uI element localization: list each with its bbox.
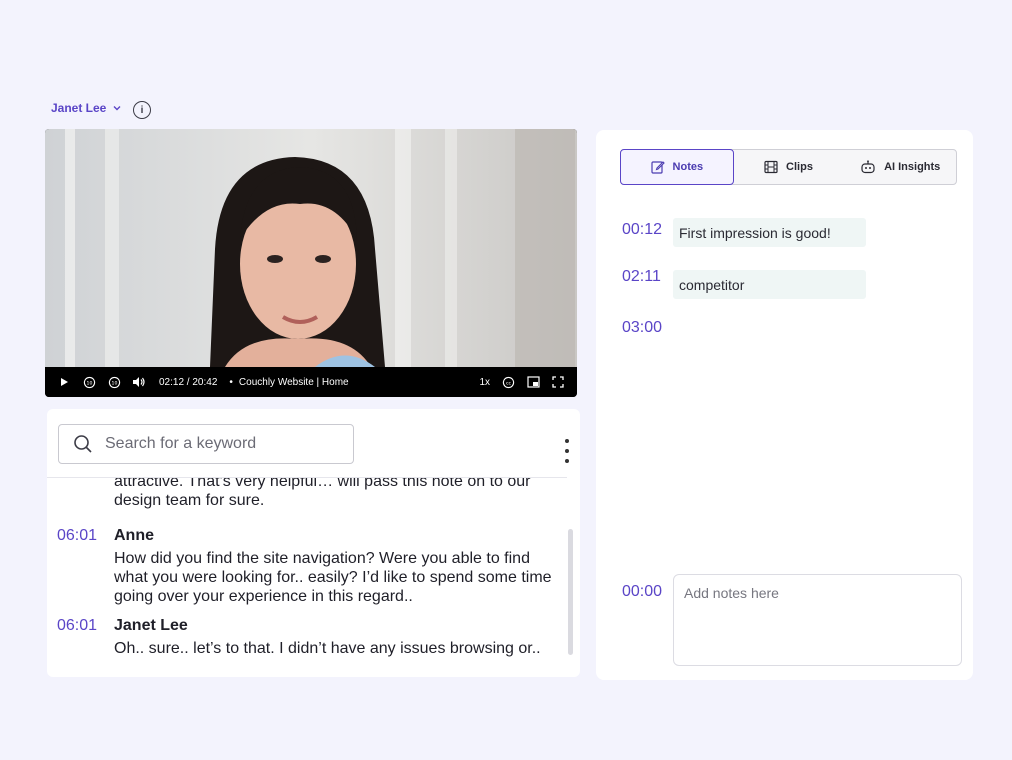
video-time: 02:12 / 20:42: [159, 376, 218, 388]
transcript-text: attractive. That’s very helpful… will pa…: [114, 478, 531, 509]
speaker-name: Anne: [114, 527, 154, 544]
video-controls: 10 10 02:12 / 20:42 • Couchly Website | …: [45, 367, 577, 397]
video-title: Couchly Website | Home: [238, 376, 349, 388]
transcript-body: attractive. That’s very helpful… will pa…: [47, 478, 567, 677]
scrollbar[interactable]: [568, 529, 573, 655]
add-note-input[interactable]: [673, 574, 962, 666]
playback-rate[interactable]: 1x: [479, 377, 490, 388]
picture-in-picture-icon[interactable]: [526, 375, 540, 389]
transcript-entry: attractive. That’s very helpful… will pa…: [47, 478, 567, 510]
volume-icon[interactable]: [132, 375, 146, 389]
search-input[interactable]: [105, 435, 325, 453]
user-selector[interactable]: Janet Lee: [51, 101, 122, 115]
video-player[interactable]: 10 10 02:12 / 20:42 • Couchly Website | …: [45, 129, 577, 397]
play-icon[interactable]: [57, 375, 71, 389]
film-icon: [764, 160, 778, 174]
transcript-timestamp[interactable]: 06:01: [57, 527, 97, 545]
user-name: Janet Lee: [51, 101, 107, 115]
new-note-timestamp: 00:00: [622, 583, 663, 600]
note-item[interactable]: competitor: [673, 270, 866, 299]
tab-notes[interactable]: Notes: [620, 149, 734, 185]
transcript-entry: 06:01 Anne How did you find the site nav…: [47, 525, 567, 606]
robot-icon: [861, 160, 875, 174]
tab-clips[interactable]: Clips: [733, 150, 845, 184]
tab-label: AI Insights: [884, 161, 941, 173]
fullscreen-icon[interactable]: [551, 375, 565, 389]
title-separator: •: [229, 376, 233, 388]
search-icon: [74, 435, 92, 453]
tab-label: Clips: [786, 161, 813, 173]
note-item[interactable]: First impression is good!: [673, 218, 866, 247]
speaker-name: Janet Lee: [114, 617, 188, 634]
rewind-10-icon[interactable]: 10: [82, 375, 96, 389]
chevron-down-icon: [113, 106, 121, 111]
transcript-panel: attractive. That’s very helpful… will pa…: [47, 409, 580, 677]
video-frame: [45, 129, 577, 367]
forward-10-icon[interactable]: 10: [107, 375, 121, 389]
tab-label: Notes: [672, 161, 704, 173]
svg-text:10: 10: [86, 380, 92, 386]
captions-icon[interactable]: cc: [501, 375, 515, 389]
info-icon[interactable]: i: [133, 101, 151, 119]
svg-text:10: 10: [111, 380, 117, 386]
note-timestamp[interactable]: 00:12: [622, 221, 662, 239]
notes-panel: Notes Clips AI Insights 00:12 First impr…: [596, 130, 973, 680]
more-options-icon[interactable]: [559, 439, 575, 463]
svg-text:cc: cc: [505, 381, 511, 386]
note-timestamp[interactable]: 02:11: [622, 268, 661, 286]
transcript-timestamp[interactable]: 06:01: [57, 617, 97, 635]
panel-tabs: Notes Clips AI Insights: [620, 149, 957, 185]
transcript-text: How did you find the site navigation? We…: [114, 550, 552, 605]
edit-note-icon: [650, 161, 665, 174]
transcript-text: Oh.. sure.. let’s to that. I didn’t have…: [114, 640, 541, 657]
search-box: [58, 424, 354, 464]
note-timestamp[interactable]: 03:00: [622, 319, 662, 337]
transcript-entry: 06:01 Janet Lee Oh.. sure.. let’s to tha…: [47, 615, 567, 658]
tab-ai-insights[interactable]: AI Insights: [844, 150, 956, 184]
